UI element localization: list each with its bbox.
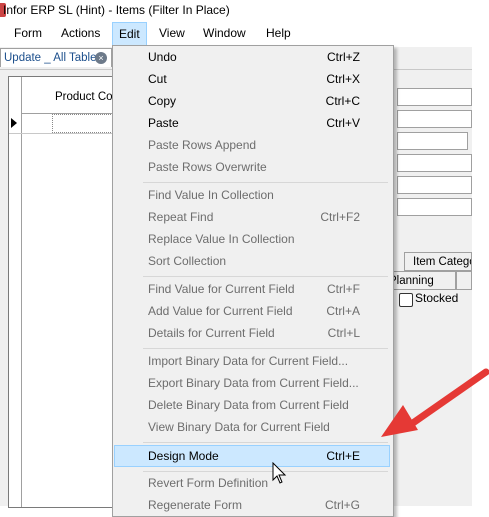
menu-item-label: Replace Value In Collection [148, 232, 295, 246]
document-tab-label: Update _ All Tables [4, 52, 103, 64]
tab-item-category[interactable]: Item Catego [404, 252, 472, 271]
menu-item-label: Export Binary Data from Current Field... [148, 376, 359, 390]
menu-item-delete-binary-data[interactable]: Delete Binary Data from Current Field [114, 395, 390, 416]
menu-item-find-value-current-field[interactable]: Find Value for Current Field Ctrl+F [114, 279, 390, 300]
menu-item-shortcut: Ctrl+F [327, 282, 360, 296]
menu-item-label: Copy [148, 94, 177, 108]
menu-item-shortcut: Ctrl+Z [327, 50, 360, 64]
menu-actions[interactable]: Actions [55, 22, 106, 45]
document-tab-update-all-tables[interactable]: Update _ All Tables × [0, 48, 112, 67]
menu-separator [143, 276, 388, 277]
edit-menu-dropdown: Undo Ctrl+Z Cut Ctrl+X Copy Ctrl+C Paste… [112, 45, 394, 517]
menu-item-label: Find Value for Current Field [148, 282, 295, 296]
current-row-indicator-icon [11, 118, 17, 128]
menu-item-shortcut: Ctrl+V [326, 116, 360, 130]
menu-item-label: Details for Current Field [148, 326, 275, 340]
form-field-6[interactable] [397, 198, 472, 216]
tab-next[interactable] [456, 271, 472, 290]
menu-item-label: Paste [148, 116, 179, 130]
menu-item-repeat-find[interactable]: Repeat Find Ctrl+F2 [114, 207, 390, 228]
menu-item-label: Add Value for Current Field [148, 304, 293, 318]
menu-item-copy[interactable]: Copy Ctrl+C [114, 91, 390, 112]
form-field-3[interactable] [397, 132, 468, 150]
menu-item-label: Paste Rows Append [148, 138, 257, 152]
menu-item-cut[interactable]: Cut Ctrl+X [114, 69, 390, 90]
mouse-pointer-icon [272, 462, 287, 484]
menu-item-paste-rows-overwrite[interactable]: Paste Rows Overwrite [114, 157, 390, 178]
menu-item-paste-rows-append[interactable]: Paste Rows Append [114, 135, 390, 156]
stocked-checkbox[interactable] [399, 293, 413, 307]
menu-separator [143, 182, 388, 183]
menu-window[interactable]: Window [197, 22, 252, 45]
menu-item-view-binary-data[interactable]: View Binary Data for Current Field [114, 417, 390, 438]
menu-item-sort-collection[interactable]: Sort Collection [114, 251, 390, 272]
stocked-label: Stocked [415, 291, 459, 305]
title-bar: Infor ERP SL (Hint) - Items (Filter In P… [0, 0, 472, 22]
menu-item-shortcut: Ctrl+L [327, 326, 360, 340]
menu-edit[interactable]: Edit [112, 22, 147, 46]
menu-item-label: Revert Form Definition [148, 476, 269, 490]
menu-item-shortcut: Ctrl+A [326, 304, 360, 318]
menu-item-find-value-in-collection[interactable]: Find Value In Collection [114, 185, 390, 206]
menu-item-label: Delete Binary Data from Current Field [148, 398, 349, 412]
menu-item-export-binary-data[interactable]: Export Binary Data from Current Field... [114, 373, 390, 394]
menu-item-label: Repeat Find [148, 210, 214, 224]
menu-item-label: Design Mode [148, 449, 219, 463]
form-field-1[interactable] [397, 88, 472, 106]
menu-item-label: View Binary Data for Current Field [148, 420, 330, 434]
form-field-2[interactable] [397, 110, 472, 128]
window-title: Infor ERP SL (Hint) - Items (Filter In P… [3, 3, 230, 17]
form-field-5[interactable] [397, 176, 472, 194]
menu-item-label: Paste Rows Overwrite [148, 160, 267, 174]
grid-row-header [9, 77, 22, 507]
items-grid[interactable]: Product Cod [8, 76, 119, 508]
menu-separator [143, 348, 388, 349]
menu-item-undo[interactable]: Undo Ctrl+Z [114, 47, 390, 68]
menu-item-shortcut: Ctrl+X [326, 72, 360, 86]
menu-item-label: Undo [148, 50, 177, 64]
menu-item-add-value-current-field[interactable]: Add Value for Current Field Ctrl+A [114, 301, 390, 322]
menu-item-label: Find Value In Collection [148, 188, 274, 202]
menu-bar: Form Actions Edit View Window Help [0, 22, 472, 46]
menu-item-import-binary-data[interactable]: Import Binary Data for Current Field... [114, 351, 390, 372]
menu-view[interactable]: View [153, 22, 191, 45]
menu-separator [143, 442, 388, 443]
menu-form[interactable]: Form [8, 22, 48, 45]
menu-help[interactable]: Help [260, 22, 297, 45]
menu-item-shortcut: Ctrl+F2 [320, 210, 360, 224]
menu-item-label: Cut [148, 72, 167, 86]
product-code-column-header[interactable]: Product Cod [55, 91, 119, 103]
menu-item-paste[interactable]: Paste Ctrl+V [114, 113, 390, 134]
menu-item-shortcut: Ctrl+C [325, 94, 360, 108]
menu-item-revert-form-definition[interactable]: Revert Form Definition [114, 473, 390, 494]
menu-item-replace-value-in-collection[interactable]: Replace Value In Collection [114, 229, 390, 250]
close-tab-icon[interactable]: × [95, 52, 107, 64]
menu-item-label: Sort Collection [148, 254, 227, 268]
menu-item-label: Import Binary Data for Current Field... [148, 354, 349, 368]
menu-item-shortcut: Ctrl+E [326, 449, 360, 463]
form-field-4[interactable] [397, 154, 472, 172]
menu-separator [143, 471, 388, 472]
menu-item-details-current-field[interactable]: Details for Current Field Ctrl+L [114, 323, 390, 344]
menu-item-design-mode[interactable]: Design Mode Ctrl+E [114, 445, 390, 467]
product-code-cell[interactable] [52, 114, 113, 133]
